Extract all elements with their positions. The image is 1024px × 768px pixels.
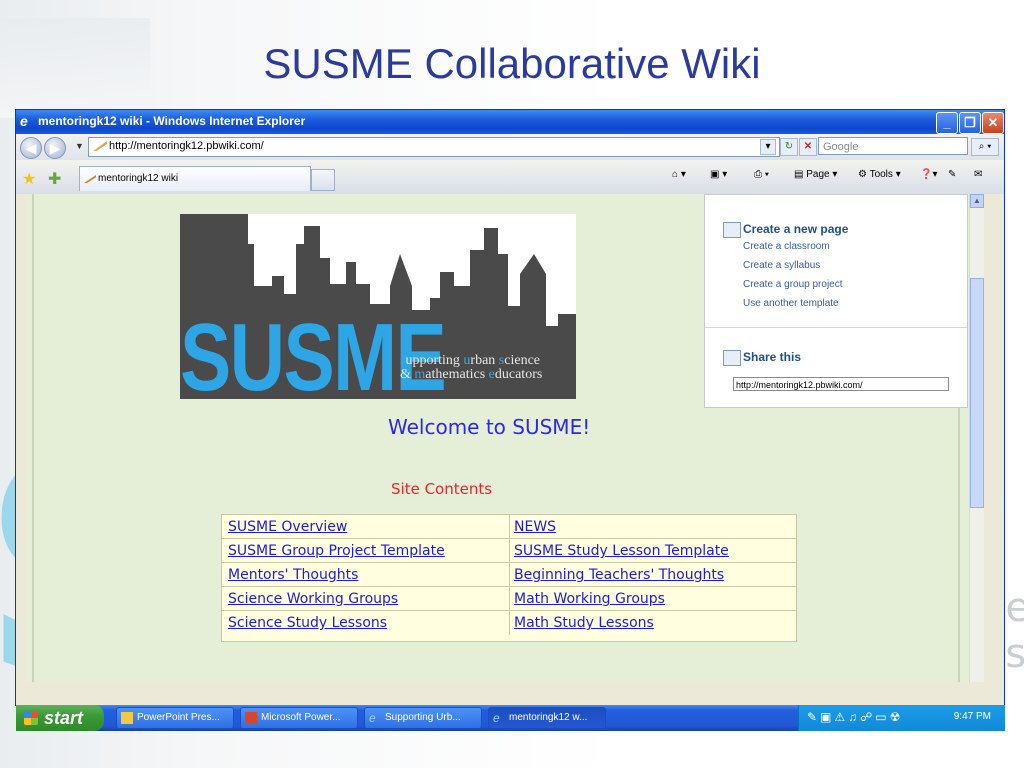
site-contents-heading: Site Contents	[391, 480, 493, 498]
search-input[interactable]: Google	[818, 137, 968, 155]
ie-logo-icon: e	[20, 113, 28, 129]
template-link-syllabus[interactable]: Create a syllabus	[743, 260, 820, 271]
research-icon[interactable]: ✎	[948, 169, 956, 180]
wiki-page: SUSME supporting urban science & mathema…	[26, 194, 972, 682]
forward-button[interactable]: ▶	[44, 137, 66, 159]
template-link-other[interactable]: Use another template	[743, 298, 839, 309]
link-math-study-lessons[interactable]: Math Study Lessons	[510, 611, 796, 635]
task-supporting-urban[interactable]: e Supporting Urb...	[364, 707, 482, 729]
scroll-thumb[interactable]	[970, 278, 984, 508]
start-label: start	[44, 708, 84, 728]
decorative-letters-right: es	[1005, 585, 1024, 677]
folder-icon	[121, 712, 133, 724]
taskbar: start PowerPoint Pres... Microsoft Power…	[16, 705, 1005, 731]
tab-label: mentoringk12 wiki	[98, 173, 179, 184]
windows-logo-icon	[24, 711, 38, 725]
tab-bar: ★ ✚ mentoringk12 wiki ⌂ ▾ ▣ ▾ ⎙ ▾ ▤ Page…	[16, 160, 1004, 194]
divider	[705, 327, 967, 328]
template-link-group-project[interactable]: Create a group project	[743, 279, 843, 290]
chevron-down-icon[interactable]: ▼	[75, 141, 84, 151]
create-page-heading[interactable]: Create a new page	[743, 222, 848, 236]
window-title: mentoringk12 wiki - Windows Internet Exp…	[38, 114, 306, 128]
close-button[interactable]: ✕	[982, 112, 1004, 134]
susme-logo: SUSME supporting urban science & mathema…	[180, 214, 576, 399]
search-icon[interactable]: ⌕ ▾	[971, 138, 999, 156]
print-icon[interactable]: ⎙ ▾	[754, 169, 769, 180]
powerpoint-icon	[245, 712, 257, 724]
help-icon[interactable]: ❓▾	[920, 169, 937, 180]
maximize-button[interactable]: ❐	[959, 112, 981, 134]
ie-window: e mentoringk12 wiki - Windows Internet E…	[16, 110, 1004, 705]
share-icon	[723, 350, 741, 366]
link-study-lesson-template[interactable]: SUSME Study Lesson Template	[510, 539, 796, 563]
site-contents-table: SUSME Overview NEWS SUSME Group Project …	[221, 514, 797, 642]
tools-menu-label: Tools	[869, 169, 893, 180]
link-science-study-lessons[interactable]: Science Study Lessons	[222, 611, 510, 635]
link-science-working-groups[interactable]: Science Working Groups	[222, 587, 510, 611]
rss-feed-icon[interactable]: ▣ ▾	[710, 169, 727, 180]
address-bar: ◀ ▶ ▼ http://mentoringk12.pbwiki.com/ ▾ …	[16, 134, 1004, 160]
logo-tagline: supporting urban science & mathematics e…	[400, 353, 543, 382]
minimize-button[interactable]: _	[936, 112, 958, 134]
page-menu-label: Page	[806, 169, 830, 180]
title-bar[interactable]: e mentoringk12 wiki - Windows Internet E…	[16, 110, 1004, 134]
link-news[interactable]: NEWS	[510, 515, 796, 539]
link-susme-overview[interactable]: SUSME Overview	[222, 515, 510, 539]
tray-icons[interactable]: ✎▣⚠♫☍▭☢	[807, 710, 903, 724]
task-microsoft-powerpoint[interactable]: Microsoft Power...	[240, 707, 358, 729]
web-content: SUSME supporting urban science & mathema…	[26, 194, 984, 682]
tab-mentoringk12[interactable]: mentoringk12 wiki	[79, 166, 311, 191]
vertical-scrollbar[interactable]: ▲	[969, 194, 984, 682]
tools-menu-button[interactable]: ⚙ Tools ▾	[858, 169, 901, 180]
sidebar-panel: Create a new page Create a classroom Cre…	[704, 194, 968, 408]
page-icon	[84, 175, 96, 183]
link-beginning-teachers-thoughts[interactable]: Beginning Teachers' Thoughts	[510, 563, 796, 587]
add-favorite-icon[interactable]: ✚	[48, 169, 61, 189]
refresh-button[interactable]: ↻	[780, 138, 798, 156]
task-mentoringk12-wiki[interactable]: e mentoringk12 w...	[488, 707, 606, 729]
stop-button[interactable]: ✕	[799, 138, 817, 156]
ie-icon: e	[493, 711, 500, 725]
wiki-page-frame: SUSME supporting urban science & mathema…	[32, 194, 968, 682]
welcome-heading: Welcome to SUSME!	[388, 415, 591, 439]
url-input[interactable]: http://mentoringk12.pbwiki.com/	[88, 137, 780, 157]
system-tray: ✎▣⚠♫☍▭☢ 9:47 PM	[798, 705, 1005, 731]
url-dropdown-button[interactable]: ▾	[760, 139, 776, 155]
page-icon	[93, 141, 107, 151]
share-heading: Share this	[743, 350, 802, 364]
link-group-project-template[interactable]: SUSME Group Project Template	[222, 539, 510, 563]
task-powerpoint-presentation[interactable]: PowerPoint Pres...	[116, 707, 234, 729]
link-math-working-groups[interactable]: Math Working Groups	[510, 587, 796, 611]
back-button[interactable]: ◀	[20, 137, 42, 159]
clock: 9:47 PM	[953, 711, 991, 722]
home-icon[interactable]: ⌂ ▾	[672, 169, 686, 180]
share-url-field[interactable]: http://mentoringk12.pbwiki.com/	[733, 377, 949, 391]
page-menu-button[interactable]: ▤ Page ▾	[794, 169, 837, 180]
mail-icon[interactable]: ✉	[974, 169, 982, 180]
new-tab-button[interactable]	[311, 169, 335, 191]
link-mentors-thoughts[interactable]: Mentors' Thoughts	[222, 563, 510, 587]
ie-icon: e	[369, 711, 376, 725]
template-link-classroom[interactable]: Create a classroom	[743, 241, 830, 252]
status-bar	[16, 682, 1004, 705]
scroll-up-button[interactable]: ▲	[970, 194, 984, 208]
favorites-star-icon[interactable]: ★	[22, 169, 36, 189]
slide-title: SUSME Collaborative Wiki	[263, 40, 761, 87]
url-text: http://mentoringk12.pbwiki.com/	[109, 140, 264, 152]
add-page-icon	[723, 222, 741, 238]
start-button[interactable]: start	[16, 705, 104, 731]
